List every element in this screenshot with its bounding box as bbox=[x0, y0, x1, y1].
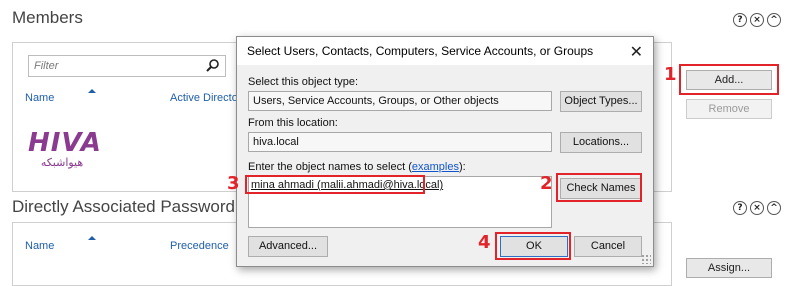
help-icon[interactable]: ? bbox=[733, 13, 747, 27]
object-names-label: Enter the object names to select (exampl… bbox=[248, 161, 466, 173]
password-header-controls: ? × ^ bbox=[733, 201, 781, 215]
annotation-number-1: 1 bbox=[664, 64, 677, 85]
logo-word: HIVA bbox=[28, 128, 102, 158]
highlight-add bbox=[679, 64, 779, 95]
members-header-controls: ? × ^ bbox=[733, 13, 781, 27]
column-header-active-directory[interactable]: Active Directo bbox=[170, 92, 238, 104]
examples-link[interactable]: examples bbox=[412, 161, 459, 173]
dialog-title: Select Users, Contacts, Computers, Servi… bbox=[247, 44, 594, 58]
object-type-label: Select this object type: bbox=[248, 76, 359, 88]
annotation-number-4: 4 bbox=[478, 232, 491, 253]
help-icon[interactable]: ? bbox=[733, 201, 747, 215]
location-field: hiva.local bbox=[248, 132, 552, 152]
search-icon[interactable] bbox=[205, 58, 221, 74]
filter-input[interactable]: Filter bbox=[28, 55, 226, 77]
sort-ascending-icon bbox=[88, 89, 96, 93]
object-type-field: Users, Service Accounts, Groups, or Othe… bbox=[248, 91, 552, 111]
sort-ascending-icon bbox=[88, 236, 96, 240]
highlight-ok bbox=[495, 232, 571, 260]
close-icon[interactable]: × bbox=[750, 13, 764, 27]
resize-grip-icon[interactable] bbox=[641, 254, 651, 264]
annotation-number-3: 3 bbox=[227, 173, 240, 194]
close-icon[interactable]: ✕ bbox=[630, 42, 643, 61]
collapse-icon[interactable]: ^ bbox=[767, 13, 781, 27]
members-title: Members bbox=[12, 8, 83, 27]
column-header-name[interactable]: Name bbox=[25, 92, 54, 104]
object-types-button[interactable]: Object Types... bbox=[560, 91, 642, 112]
column-header-precedence[interactable]: Precedence bbox=[170, 240, 229, 252]
cancel-button[interactable]: Cancel bbox=[574, 236, 642, 257]
highlight-check-names bbox=[556, 173, 642, 202]
remove-button[interactable]: Remove bbox=[686, 99, 772, 119]
advanced-button[interactable]: Advanced... bbox=[248, 236, 328, 257]
dialog-titlebar[interactable]: Select Users, Contacts, Computers, Servi… bbox=[237, 37, 653, 65]
location-label: From this location: bbox=[248, 117, 338, 129]
filter-placeholder: Filter bbox=[34, 60, 59, 72]
assign-button[interactable]: Assign... bbox=[686, 258, 772, 278]
hiva-logo: HIVA هیواشبکه bbox=[28, 128, 102, 180]
close-icon[interactable]: × bbox=[750, 201, 764, 215]
collapse-icon[interactable]: ^ bbox=[767, 201, 781, 215]
highlight-object-names bbox=[245, 175, 425, 194]
annotation-number-2: 2 bbox=[540, 173, 553, 194]
password-settings-title: Directly Associated Password Se bbox=[12, 197, 261, 216]
column-header-name[interactable]: Name bbox=[25, 240, 54, 252]
locations-button[interactable]: Locations... bbox=[560, 132, 642, 153]
select-users-dialog: Select Users, Contacts, Computers, Servi… bbox=[236, 36, 654, 267]
